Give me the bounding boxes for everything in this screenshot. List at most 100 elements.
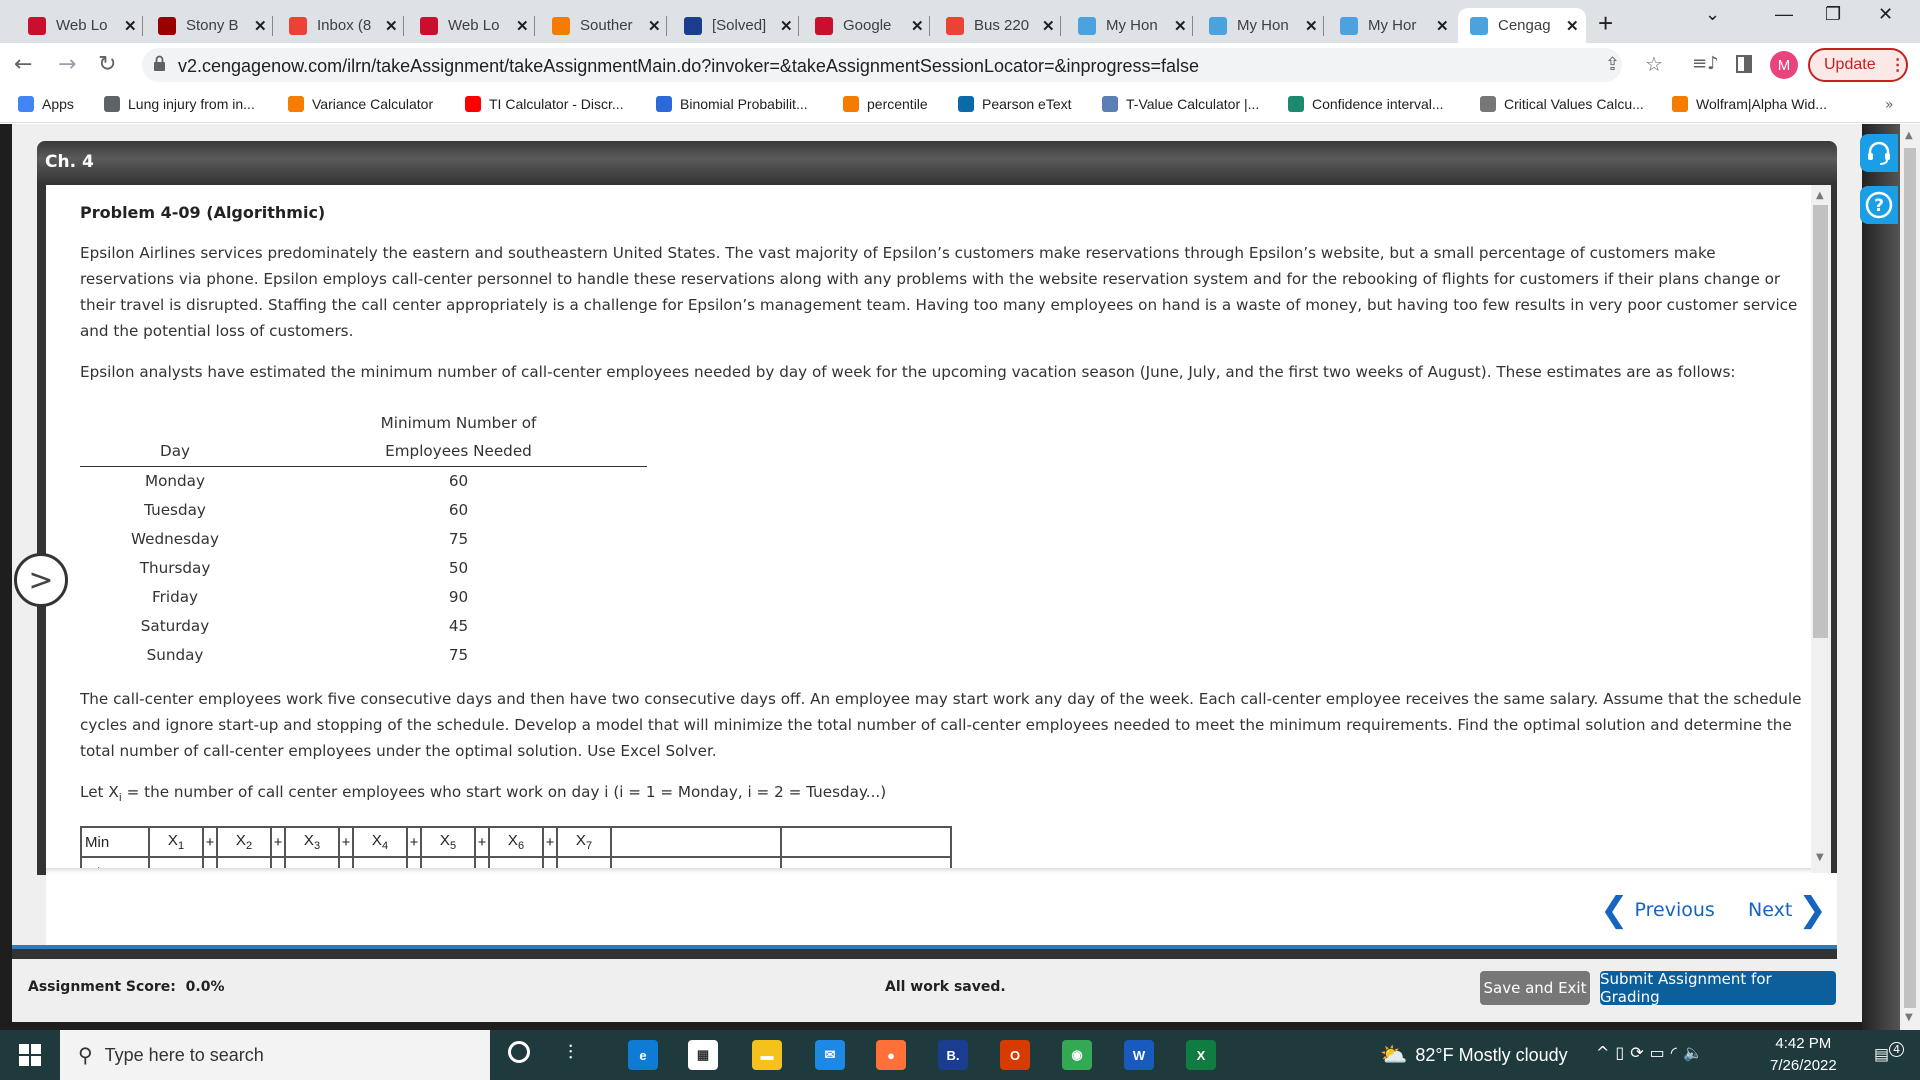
tab-close-icon[interactable]: ✕ (1174, 17, 1187, 35)
meet-icon[interactable]: ▯ (1615, 1043, 1630, 1062)
excel-taskbar-icon[interactable]: X (1186, 1040, 1216, 1070)
battery-icon[interactable]: ▭ (1650, 1043, 1671, 1062)
support-headset-button[interactable] (1860, 134, 1898, 172)
bookmark-item[interactable]: Apps (18, 96, 74, 112)
previous-button[interactable]: ❮ Previous (1600, 893, 1715, 927)
bookmarks-overflow-button[interactable]: » (1885, 97, 1894, 113)
coefficient-input[interactable] (216, 856, 272, 868)
firefox-taskbar-icon[interactable]: ● (876, 1040, 906, 1070)
tab-close-icon[interactable]: ✕ (385, 17, 398, 35)
edge-taskbar-icon[interactable]: e (628, 1040, 658, 1070)
coefficient-input[interactable] (556, 856, 612, 868)
tab-close-icon[interactable]: ✕ (1042, 17, 1055, 35)
word-taskbar-icon[interactable]: W (1124, 1040, 1154, 1070)
task-view-icon[interactable]: ⫶ (568, 1040, 573, 1064)
minimize-button[interactable]: — (1775, 4, 1793, 25)
close-window-button[interactable]: ✕ (1878, 4, 1893, 25)
tab-7[interactable]: Google ✕ (803, 8, 930, 43)
store-taskbar-icon[interactable]: ▦ (688, 1040, 718, 1070)
tab-11[interactable]: My Hor ✕ (1328, 8, 1454, 43)
reload-button[interactable]: ↻ (98, 52, 116, 77)
bookmark-item[interactable]: Lung injury from in... (104, 96, 255, 112)
bookmark-item[interactable]: Wolfram|Alpha Wid... (1672, 96, 1827, 112)
update-button[interactable]: Update ⋮ (1808, 48, 1908, 82)
new-tab-button[interactable]: + (1598, 8, 1613, 39)
sync-icon[interactable]: ⟳ (1630, 1043, 1649, 1062)
submit-assignment-button[interactable]: Submit Assignment for Grading (1600, 970, 1836, 1006)
bookmark-item[interactable]: T-Value Calculator |... (1102, 96, 1259, 112)
maximize-button[interactable]: ❐ (1825, 4, 1841, 25)
page-scrollbar-thumb[interactable] (1904, 148, 1916, 1008)
tab-close-icon[interactable]: ✕ (1566, 17, 1579, 35)
lock-icon[interactable] (153, 55, 166, 71)
tab-3[interactable]: Inbox (8 ✕ (277, 8, 404, 43)
content-scroll-up-icon[interactable]: ▲ (1816, 190, 1824, 201)
tray-expand-icon[interactable]: ^ (1596, 1043, 1615, 1062)
tab-close-icon[interactable]: ✕ (648, 17, 661, 35)
tab-2[interactable]: Stony B ✕ (146, 8, 273, 43)
side-panel-icon[interactable] (1736, 55, 1752, 73)
tab-close-icon[interactable]: ✕ (254, 17, 267, 35)
mail-taskbar-icon[interactable]: ✉ (815, 1040, 845, 1070)
expand-sidebar-button[interactable]: > (14, 553, 68, 607)
help-button[interactable]: ? (1860, 186, 1898, 224)
office-taskbar-icon[interactable]: O (1000, 1040, 1030, 1070)
volume-icon[interactable]: 🔈 (1683, 1043, 1709, 1062)
tab-8[interactable]: Bus 220 ✕ (934, 8, 1061, 43)
share-icon[interactable]: ⇪ (1605, 54, 1620, 75)
wifi-icon[interactable]: ◜ (1671, 1043, 1683, 1062)
url-text[interactable]: v2.cengagenow.com/ilrn/takeAssignment/ta… (178, 56, 1199, 77)
media-control-icon[interactable]: ≡♪ (1692, 53, 1719, 74)
bookmark-item[interactable]: Binomial Probabilit... (656, 96, 808, 112)
coefficient-input[interactable] (352, 856, 408, 868)
back-button[interactable]: ← (14, 52, 32, 77)
b-app-taskbar-icon[interactable]: B. (938, 1040, 968, 1070)
coefficient-input[interactable] (284, 856, 340, 868)
tab-1[interactable]: Web Lo ✕ (16, 8, 143, 43)
bookmark-item[interactable]: Critical Values Calcu... (1480, 96, 1644, 112)
taskbar-search[interactable]: ⚲ Type here to search (60, 1030, 490, 1080)
start-button[interactable] (0, 1030, 60, 1080)
notification-center-button[interactable]: ▤ 4 (1874, 1042, 1905, 1063)
tab-6[interactable]: [Solved] ✕ (672, 8, 799, 43)
content-scroll-down-icon[interactable]: ▼ (1816, 852, 1824, 863)
tab-9[interactable]: My Hon ✕ (1066, 8, 1193, 43)
coefficient-input[interactable] (148, 856, 204, 868)
explorer-taskbar-icon[interactable]: ▬ (752, 1040, 782, 1070)
tab-close-icon[interactable]: ✕ (911, 17, 924, 35)
objective-value-cell[interactable] (780, 826, 952, 858)
tab-close-icon[interactable]: ✕ (124, 17, 137, 35)
bookmark-item[interactable]: Confidence interval... (1288, 96, 1444, 112)
chrome-taskbar-icon[interactable]: ◉ (1062, 1040, 1092, 1070)
tab-10[interactable]: My Hon ✕ (1197, 8, 1324, 43)
tab-12[interactable]: Cengag ✕ (1458, 8, 1586, 43)
system-tray[interactable]: ^▯⟳▭◜🔈 (1596, 1043, 1709, 1062)
constraint-sign-cell[interactable] (610, 856, 782, 868)
constraint-rhs-cell[interactable] (780, 856, 952, 868)
forward-button[interactable]: → (58, 52, 76, 77)
coefficient-input[interactable] (488, 856, 544, 868)
clock[interactable]: 4:42 PM 7/26/2022 (1770, 1033, 1837, 1077)
next-button[interactable]: Next ❯ (1748, 893, 1827, 927)
page-scroll-down-icon[interactable]: ▼ (1905, 1012, 1913, 1023)
tab-close-icon[interactable]: ✕ (1305, 17, 1318, 35)
tab-search-icon[interactable]: ⌄ (1705, 4, 1720, 25)
coefficient-input[interactable] (420, 856, 476, 868)
page-scroll-up-icon[interactable]: ▲ (1905, 130, 1913, 141)
objective-blank-cell[interactable] (610, 826, 782, 858)
cortana-icon[interactable] (508, 1041, 530, 1063)
weather-widget[interactable]: ⛅ 82°F Mostly cloudy (1380, 1042, 1568, 1068)
bookmark-item[interactable]: percentile (843, 96, 928, 112)
save-and-exit-button[interactable]: Save and Exit (1480, 971, 1590, 1005)
bookmark-star-icon[interactable]: ☆ (1645, 52, 1663, 76)
bookmark-item[interactable]: Pearson eText (958, 96, 1072, 112)
profile-avatar[interactable]: M (1770, 51, 1798, 79)
tab-5[interactable]: Souther ✕ (540, 8, 667, 43)
bookmark-item[interactable]: TI Calculator - Discr... (465, 96, 624, 112)
tab-close-icon[interactable]: ✕ (516, 17, 529, 35)
tab-4[interactable]: Web Lo ✕ (408, 8, 535, 43)
content-scrollbar-thumb[interactable] (1813, 205, 1828, 638)
bookmark-item[interactable]: Variance Calculator (288, 96, 433, 112)
tab-close-icon[interactable]: ✕ (1436, 17, 1449, 35)
tab-close-icon[interactable]: ✕ (780, 17, 793, 35)
